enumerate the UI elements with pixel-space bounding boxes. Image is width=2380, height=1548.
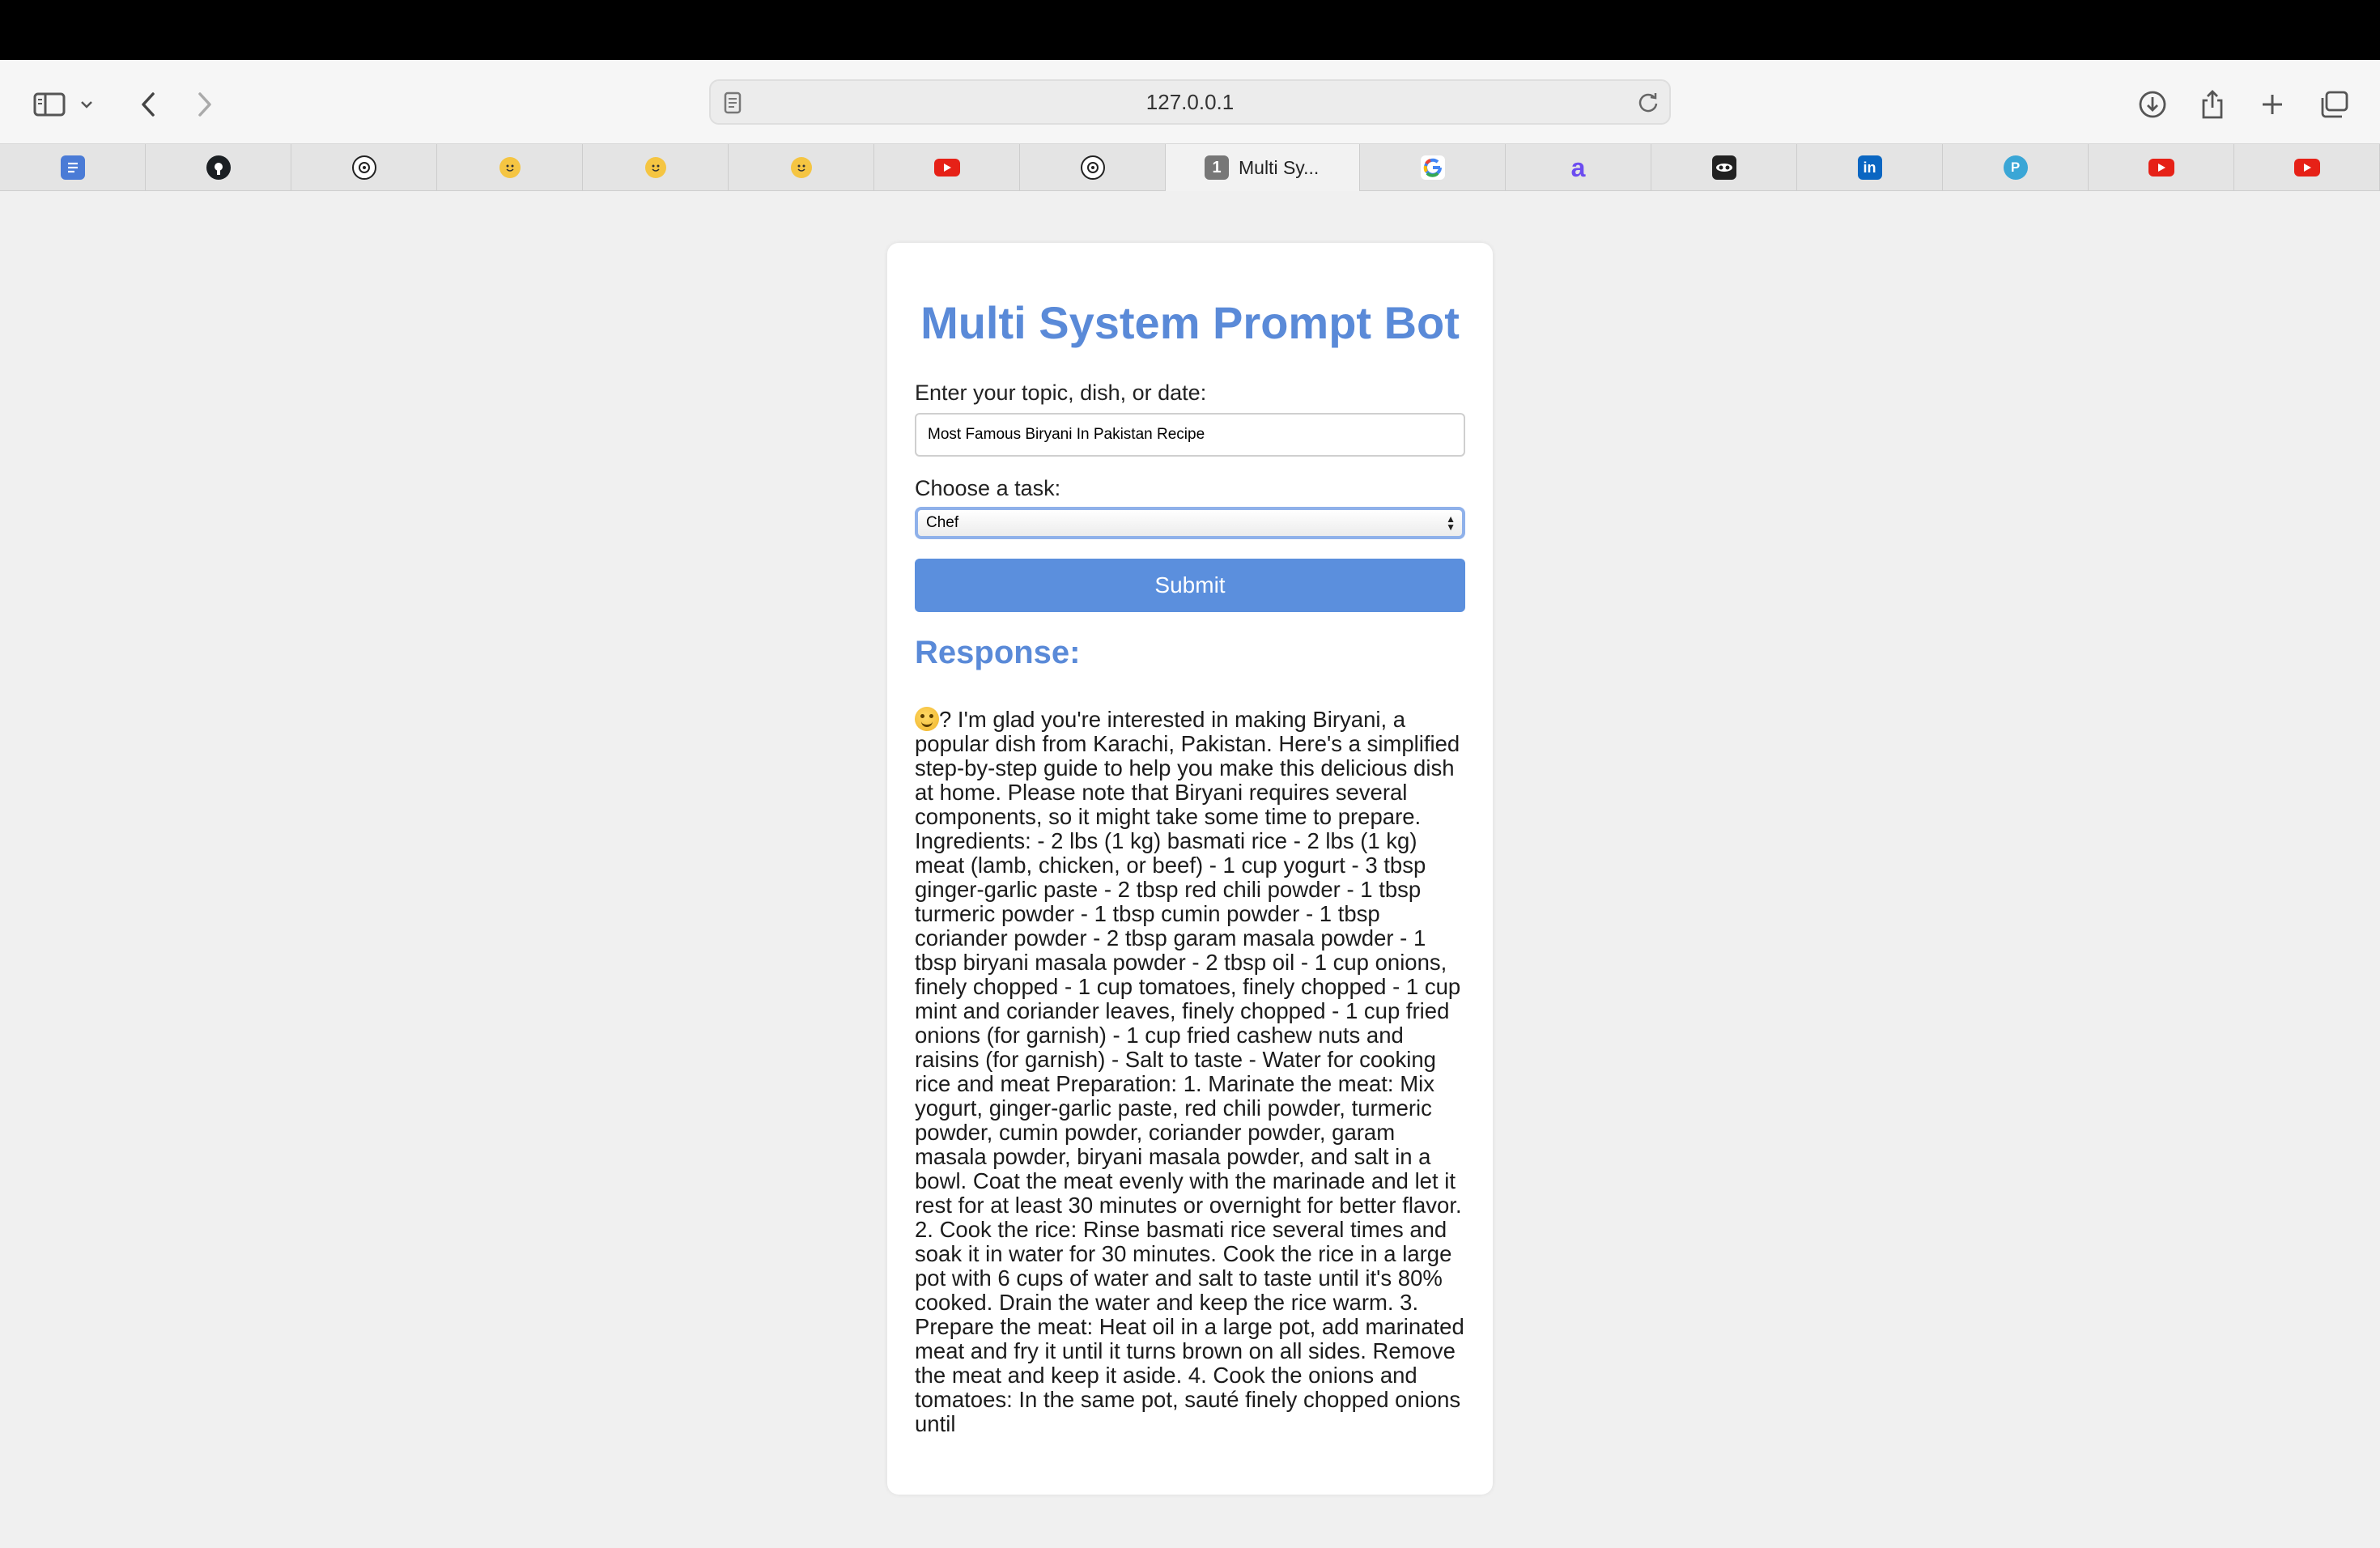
response-text: ? I'm glad you're interested in making B… xyxy=(915,707,1467,1436)
google-docs-icon xyxy=(60,155,85,180)
app-card: Multi System Prompt Bot Enter your topic… xyxy=(887,243,1493,1495)
back-icon[interactable] xyxy=(128,84,168,125)
select-arrows-icon: ▲ ▼ xyxy=(1446,513,1456,533)
youtube-icon xyxy=(2293,159,2320,176)
github-icon xyxy=(206,155,231,180)
task-label: Choose a task: xyxy=(915,476,1061,500)
tab-a-site[interactable]: a xyxy=(1506,144,1651,191)
topic-label: Enter your topic, dish, or date: xyxy=(915,381,1207,405)
youtube-icon xyxy=(2148,159,2174,176)
tab-number-badge: 1 xyxy=(1205,155,1229,180)
tab-google[interactable] xyxy=(1360,144,1506,191)
smiling-face-emoji-icon xyxy=(915,707,939,731)
tab-bar: 1 Multi Sy... a in P xyxy=(0,144,2380,191)
sidebar-toggle-icon[interactable] xyxy=(29,84,70,125)
youtube-icon xyxy=(933,159,960,176)
task-select[interactable]: Chef ▲ ▼ xyxy=(915,507,1465,539)
new-tab-icon[interactable] xyxy=(2252,84,2293,125)
menu-bar xyxy=(0,0,2380,60)
reload-icon[interactable] xyxy=(1637,91,1660,117)
tab-chatgpt[interactable] xyxy=(291,144,437,191)
linkedin-icon: in xyxy=(1857,155,1882,180)
tab-youtube[interactable] xyxy=(2234,144,2380,191)
tab-p-site[interactable]: P xyxy=(1943,144,2089,191)
browser-toolbar: 127.0.0.1 xyxy=(0,60,2380,144)
tab-huggingface[interactable] xyxy=(437,144,583,191)
forward-icon[interactable] xyxy=(185,84,225,125)
response-content: ? I'm glad you're interested in making B… xyxy=(915,707,1464,1436)
huggingface-icon xyxy=(644,157,666,178)
tab-google-docs[interactable] xyxy=(0,144,146,191)
tab-youtube[interactable] xyxy=(874,144,1020,191)
tab-title: Multi Sy... xyxy=(1239,156,1320,178)
share-icon[interactable] xyxy=(2192,84,2233,125)
tab-mask-site[interactable] xyxy=(1651,144,1797,191)
address-bar[interactable]: 127.0.0.1 xyxy=(709,79,1671,125)
chatgpt-icon xyxy=(351,155,376,180)
download-icon[interactable] xyxy=(2132,84,2173,125)
mask-icon xyxy=(1711,155,1736,180)
topic-input[interactable] xyxy=(915,413,1465,457)
huggingface-icon xyxy=(790,157,812,178)
google-icon xyxy=(1420,155,1445,180)
tab-linkedin[interactable]: in xyxy=(1797,144,1943,191)
chatgpt-icon xyxy=(1080,155,1105,180)
tab-huggingface[interactable] xyxy=(729,144,874,191)
huggingface-icon xyxy=(499,157,521,178)
url-text[interactable]: 127.0.0.1 xyxy=(711,81,1669,123)
tab-chatgpt[interactable] xyxy=(1020,144,1166,191)
task-selected-value: Chef xyxy=(926,514,959,531)
response-heading: Response: xyxy=(915,635,1081,670)
tab-multi-system-prompt-bot[interactable]: 1 Multi Sy... xyxy=(1166,144,1360,191)
page-title: Multi System Prompt Bot xyxy=(920,297,1460,348)
tab-overview-icon[interactable] xyxy=(2314,84,2354,125)
chevron-down-icon[interactable] xyxy=(74,84,99,125)
tab-huggingface[interactable] xyxy=(583,144,729,191)
submit-button[interactable]: Submit xyxy=(915,559,1465,612)
a-logo-icon: a xyxy=(1570,152,1586,182)
tab-github[interactable] xyxy=(146,144,291,191)
tab-youtube[interactable] xyxy=(2089,144,2234,191)
p-circle-icon: P xyxy=(2003,155,2028,180)
